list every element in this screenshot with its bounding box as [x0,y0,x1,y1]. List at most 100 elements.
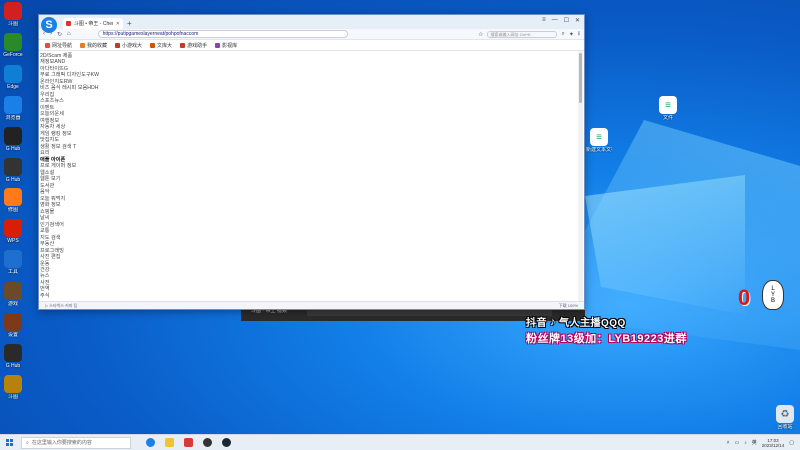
app-icon [4,96,22,114]
bookmark-icon [150,42,156,48]
app-icon [4,33,22,51]
title-bar: S 斗图 • 帝王 - Chem ✕ + ≡ — ☐ ✕ [39,15,584,33]
home-icon[interactable]: ⌂ [67,31,71,37]
taskbar-search[interactable]: ⌕ 在这里输入你要搜索的内容 [21,436,131,449]
search-input[interactable]: 搜索或输入网址 Ctrl+K [487,30,558,38]
bookmark-item[interactable]: 文库大 [150,42,172,49]
maximize-button[interactable]: ☐ [564,17,569,24]
steam-icon [221,438,231,447]
content-line[interactable]: 주식 [40,293,578,299]
obs-icon [202,438,212,447]
close-tab-icon[interactable]: ✕ [116,21,120,27]
browser-logo-icon[interactable]: S [41,17,57,33]
wallpaper-beam [585,175,745,315]
streamer-overlay: 抖音 ♪ 气人主播QQQ [526,314,626,330]
counter-overlay: 0 [738,285,751,310]
refresh-icon[interactable]: ↻ [57,31,62,38]
tab-favicon-icon [66,21,71,26]
app-icon [4,127,22,145]
desktop-shortcut[interactable]: 浏览器 [0,96,26,121]
star-icon[interactable]: ☆ [478,31,483,38]
desktop-shortcut[interactable]: 游戏 [0,282,26,307]
bookmark-item[interactable]: 小游戏大 [115,42,142,49]
taskbar-browser[interactable] [143,436,157,450]
page-content: 2D/Scam 제품 재정보AND 아다타이뜨G 무료 그래픽 디자인도구KW 온라인지… [39,51,578,301]
ime-icon[interactable]: 英 [752,439,757,446]
app-icon [183,438,193,447]
app-icon [4,250,22,268]
desktop-shortcut[interactable]: G Hub [0,344,26,369]
platform-label: 抖音 [526,318,547,329]
desktop-shortcut[interactable]: 设置 [0,313,26,338]
app-icon [4,219,22,237]
status-bar: ▷ 스타벅스 커피 팁 下载 100% [39,301,584,309]
clock[interactable]: 17:03 2023/12/14 [762,438,785,448]
desktop-shortcut[interactable]: 工具 [0,250,26,275]
volume-icon[interactable]: ♪ [744,440,747,446]
new-tab-button[interactable]: + [127,18,132,29]
document-icon: ≡ [659,96,677,114]
bookmark-icon [45,42,50,48]
bookmark-icon [80,42,86,48]
desktop-file-icon[interactable]: ≡ 文件 [655,96,681,121]
close-button[interactable]: ✕ [575,17,580,24]
desktop-shortcut[interactable]: 修图 [0,188,26,213]
browser-icon [145,438,155,447]
lyb-bubble: L Y B [762,280,784,310]
taskbar-steam[interactable] [219,436,233,450]
minimize-button[interactable]: — [552,17,558,24]
bookmark-item[interactable]: 我的收藏 [80,42,107,49]
desktop-shortcut[interactable]: G Hub [0,127,26,152]
desktop-shortcut[interactable]: G Hub [0,158,26,183]
desktop-shortcut[interactable]: Edge [0,65,26,90]
status-left: ▷ 스타벅스 커피 팁 [45,302,78,308]
desktop-shortcut[interactable]: WPS [0,219,26,244]
recycle-bin[interactable]: ♻ 回收站 [772,405,798,430]
bookmark-icon [180,42,186,48]
taskbar-app[interactable] [181,436,195,450]
notification-icon[interactable]: ▢ [789,440,794,446]
app-icon [4,188,22,206]
search-icon[interactable]: ⌕ [561,31,564,38]
desktop-shortcut[interactable]: 斗图 [0,2,26,27]
download-icon[interactable]: ⭳ [578,29,580,39]
browser-tab[interactable]: 斗图 • 帝王 - Chem ✕ [63,18,123,29]
tab-title: 斗图 • 帝王 - Chem [73,21,113,27]
status-right[interactable]: 下载 100% [559,303,578,309]
app-icon [4,313,22,331]
bookmark-icon [215,42,221,48]
app-icon [4,282,22,300]
bookmark-item[interactable]: 影视库 [215,42,237,49]
taskbar-explorer[interactable] [162,436,176,450]
scrollbar[interactable] [578,51,583,301]
bookmarks-bar: 网址导航 我的收藏 小游戏大 文库大 游戏助手 影视库 [39,40,584,51]
music-note-icon: ♪ [550,315,556,328]
app-icon [4,158,22,176]
app-icon [4,2,22,20]
browser-window[interactable]: S 斗图 • 帝王 - Chem ✕ + ≡ — ☐ ✕ ‹ › ↻ ⌂ htt… [38,14,585,310]
bookmark-icon [115,42,121,48]
document-icon: ≡ [590,128,608,146]
desktop-file-icon[interactable]: ≡ 新建文本文档 [586,128,612,153]
system-tray: ˄ ▭ ♪ 英 17:03 2023/12/14 ▢ [727,438,800,448]
desktop-shortcut[interactable]: 斗图 [0,375,26,400]
desktop-shortcut[interactable]: GeForce [0,33,26,58]
scrollbar-thumb[interactable] [579,53,582,103]
address-bar[interactable]: https://putipgameslayerneat/pohpofnaccom [97,30,348,38]
menu-icon[interactable]: ≡ [542,17,546,24]
app-icon [4,375,22,393]
bookmark-item[interactable]: 游戏助手 [180,42,207,49]
search-icon: ⌕ [26,439,29,446]
streamer-name: 气人主播QQQ [559,318,626,329]
up-arrow-icon[interactable]: ˄ [727,440,730,446]
extension-icon[interactable]: ✦ [569,31,574,38]
network-icon[interactable]: ▭ [734,440,739,446]
app-icon [4,65,22,83]
recycle-bin-icon: ♻ [776,405,794,423]
toolbar: ‹ › ↻ ⌂ https://putipgameslayerneat/pohp… [39,29,584,40]
start-button[interactable] [0,435,18,450]
taskbar-obs[interactable] [200,436,214,450]
fans-overlay: 粉丝牌13级加：LYB19223进群 [526,333,687,345]
bookmark-item[interactable]: 网址导航 [45,42,72,49]
windows-icon [5,439,13,446]
